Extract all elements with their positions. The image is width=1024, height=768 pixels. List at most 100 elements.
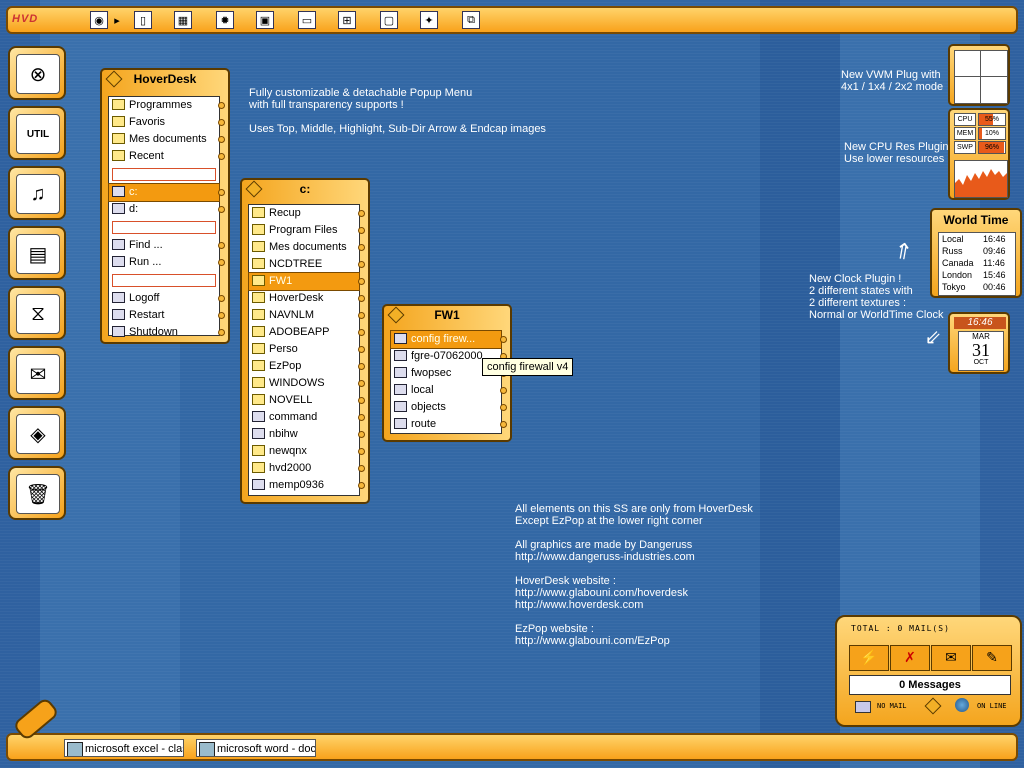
menu-item[interactable]: hvd2000 bbox=[249, 460, 365, 477]
vwm-desktop-2[interactable] bbox=[980, 50, 1008, 78]
folder-icon bbox=[252, 292, 265, 303]
cpu-row: MEM 10% bbox=[954, 127, 1006, 140]
menu-item[interactable]: nbihw bbox=[249, 426, 365, 443]
folder-icon bbox=[252, 309, 265, 320]
vwm-desktop-1[interactable] bbox=[954, 50, 982, 78]
cpu-graph-svg bbox=[955, 169, 1007, 197]
launcher-button[interactable]: ▤ bbox=[8, 226, 66, 280]
world-time-row: Russ 09:46 bbox=[939, 245, 1015, 257]
menu-item-label: Find ... bbox=[129, 239, 163, 251]
menu-item[interactable]: Find ... bbox=[109, 237, 225, 254]
menu-item[interactable]: Shutdown bbox=[109, 324, 225, 341]
ezpop-mail-widget: TOTAL : 0 MAIL(S) ⚡ ✗ ✉ ✎ 0 Messages NO … bbox=[835, 615, 1022, 727]
monitor-icon[interactable]: ▢ bbox=[380, 11, 398, 29]
menu-item-label: Recup bbox=[269, 207, 301, 219]
launcher-button[interactable]: ♫ bbox=[8, 166, 66, 220]
menu-item-label: d: bbox=[129, 203, 139, 215]
world-time-city: Tokyo bbox=[942, 282, 966, 292]
network-icon[interactable]: ⊞ bbox=[338, 11, 356, 29]
excel-icon bbox=[67, 742, 83, 756]
program-icon bbox=[252, 428, 265, 439]
menu-item[interactable]: route bbox=[391, 416, 507, 433]
menu-item[interactable]: NAVNLM bbox=[249, 307, 365, 324]
cpu-row-bar: 96% bbox=[978, 141, 1006, 154]
menu-item-label: Shutdown bbox=[129, 326, 178, 338]
menu-item[interactable]: newqnx bbox=[249, 443, 365, 460]
vwm-desktop-4[interactable] bbox=[980, 76, 1008, 104]
menu-item[interactable]: Logoff bbox=[109, 290, 225, 307]
launcher-button[interactable]: ✉ bbox=[8, 346, 66, 400]
menu-item[interactable]: Program Files bbox=[249, 222, 365, 239]
submenu-arrow-icon bbox=[358, 261, 365, 268]
menu-item[interactable]: Run ... bbox=[109, 254, 225, 271]
submenu-arrow-icon bbox=[358, 482, 365, 489]
menu-item-label: newqnx bbox=[269, 445, 307, 457]
satellite-icon[interactable]: ✦ bbox=[420, 11, 438, 29]
vwm-desktop-3[interactable] bbox=[954, 76, 982, 104]
folder-icon bbox=[252, 224, 265, 235]
menu-item[interactable]: Programmes bbox=[109, 97, 225, 114]
display-icon[interactable]: ▭ bbox=[298, 11, 316, 29]
globe-icon[interactable]: ◉ bbox=[90, 11, 108, 29]
menu-item[interactable]: Recent bbox=[109, 148, 225, 165]
check-mail-icon[interactable]: ⚡ bbox=[849, 645, 889, 671]
arrow-right-icon[interactable]: ▸ bbox=[112, 11, 122, 29]
program-icon bbox=[112, 309, 125, 320]
menu-item[interactable]: objects bbox=[391, 399, 507, 416]
folder-icon bbox=[252, 343, 265, 354]
open-mail-icon[interactable]: ✉ bbox=[931, 645, 971, 671]
submenu-arrow-icon bbox=[218, 259, 225, 266]
folder-icon bbox=[112, 116, 125, 127]
menu-item[interactable]: Mes documents bbox=[109, 131, 225, 148]
menu-item[interactable]: c: bbox=[108, 183, 225, 202]
menu-item[interactable]: HoverDesk bbox=[249, 290, 365, 307]
menu-item[interactable]: d: bbox=[109, 201, 225, 218]
menu-item[interactable]: NOVELL bbox=[249, 392, 365, 409]
cpu-row-label: CPU bbox=[954, 113, 976, 126]
globe-network-icon: ◈ bbox=[16, 414, 60, 454]
menu-item[interactable]: Favoris bbox=[109, 114, 225, 131]
menu-item[interactable]: FW1 bbox=[248, 272, 365, 291]
delete-mail-icon[interactable]: ✗ bbox=[890, 645, 930, 671]
menu-item[interactable]: NCDTREE bbox=[249, 256, 365, 273]
submenu-arrow-icon bbox=[358, 227, 365, 234]
launcher-button[interactable]: UTIL bbox=[8, 106, 66, 160]
launcher-button[interactable]: ⊗ bbox=[8, 46, 66, 100]
folder-icon bbox=[252, 207, 265, 218]
submenu-arrow-icon bbox=[358, 397, 365, 404]
submenu-arrow-icon bbox=[358, 380, 365, 387]
menu-item[interactable]: EzPop bbox=[249, 358, 365, 375]
taskbar-task[interactable]: microsoft word - docu bbox=[196, 739, 316, 757]
taskbar-task[interactable]: microsoft excel - class bbox=[64, 739, 184, 757]
windows-icon[interactable]: ⧉ bbox=[462, 11, 480, 29]
gear-icon[interactable]: ✹ bbox=[216, 11, 234, 29]
menu-item-label: WINDOWS bbox=[269, 377, 325, 389]
image-icon[interactable]: ▣ bbox=[256, 11, 274, 29]
compose-mail-icon[interactable]: ✎ bbox=[972, 645, 1012, 671]
vwm-pager[interactable] bbox=[948, 44, 1010, 106]
menu-item[interactable]: config firew... bbox=[390, 330, 507, 349]
launcher-button[interactable]: ◈ bbox=[8, 406, 66, 460]
menu-item[interactable]: memp0936 bbox=[249, 477, 365, 494]
menu-item[interactable]: Recup bbox=[249, 205, 365, 222]
menu-item-label: Logoff bbox=[129, 292, 160, 304]
tooltip: config firewall v4 bbox=[482, 358, 574, 376]
menu-item[interactable]: Restart bbox=[109, 307, 225, 324]
launcher-button[interactable]: 🗑 bbox=[8, 466, 66, 520]
door-icon[interactable]: ▯ bbox=[134, 11, 152, 29]
menu-item-label: Restart bbox=[129, 309, 165, 321]
menu-item[interactable]: Mes documents bbox=[249, 239, 365, 256]
clock-widget: 16:46 MAR 31 OCT bbox=[948, 312, 1010, 374]
cpu-row: SWP 96% bbox=[954, 141, 1006, 154]
menu-item[interactable]: command bbox=[249, 409, 365, 426]
launcher-button[interactable]: ⧖ bbox=[8, 286, 66, 340]
hvd-logo[interactable]: HVD bbox=[12, 13, 38, 25]
menu-item[interactable]: WINDOWS bbox=[249, 375, 365, 392]
submenu-arrow-icon bbox=[358, 414, 365, 421]
menu-item[interactable]: Perso bbox=[249, 341, 365, 358]
menu-item[interactable]: ADOBEAPP bbox=[249, 324, 365, 341]
globe-online-icon bbox=[955, 698, 969, 712]
spreadsheet-icon[interactable]: ▦ bbox=[174, 11, 192, 29]
program-icon bbox=[394, 333, 407, 344]
menu-item[interactable]: local bbox=[391, 382, 507, 399]
